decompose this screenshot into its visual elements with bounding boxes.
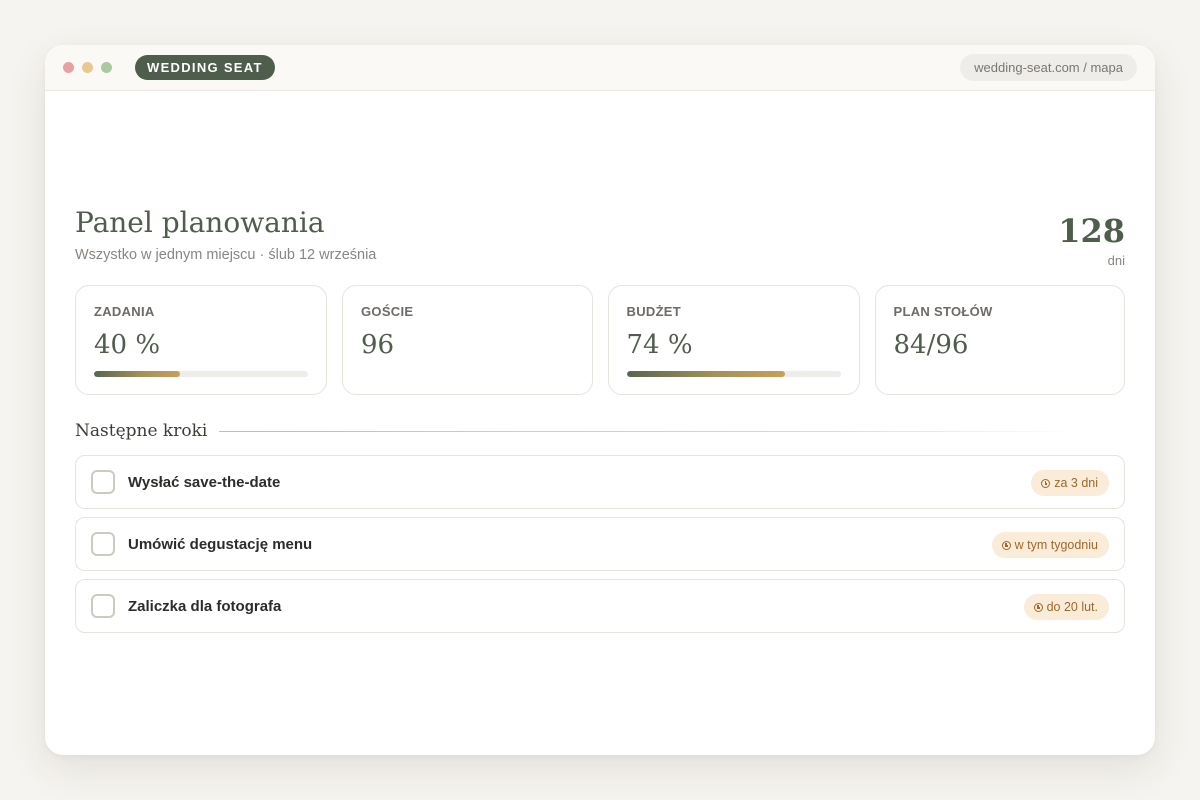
due-text: do 20 lut. (1046, 600, 1098, 614)
minimize-window-dot[interactable] (82, 62, 93, 73)
due-badge: do 20 lut. (1023, 594, 1109, 620)
page-subtitle: Wszystko w jednym miejscu · ślub 12 wrze… (75, 247, 377, 263)
due-text: w tym tygodniu (1014, 538, 1098, 552)
maximize-window-dot[interactable] (101, 62, 112, 73)
stats-row: ZADANIA 40 % GOŚCIE 96 BUDŻET 74 % PLAN … (75, 285, 1125, 395)
page-title: Panel planowania (75, 206, 325, 239)
stat-value: 84/96 (893, 330, 969, 360)
close-window-dot[interactable] (63, 62, 74, 73)
days-count: 128 (1058, 212, 1125, 250)
stat-label: BUDŻET (626, 304, 682, 319)
stat-value: 40 % (94, 330, 161, 360)
main-content: Panel planowania Wszystko w jednym miejs… (75, 205, 1125, 641)
section-divider (219, 430, 1075, 432)
stat-card-guests[interactable]: GOŚCIE 96 (342, 285, 593, 395)
task-checkbox[interactable] (91, 594, 115, 618)
stat-label: PLAN STOŁÓW (893, 304, 993, 319)
task-label: Umówić degustację menu (128, 535, 313, 553)
task-checkbox[interactable] (91, 532, 115, 556)
task-label: Zaliczka dla fotografa (128, 597, 282, 615)
stat-card-table-plan[interactable]: PLAN STOŁÓW 84/96 (874, 285, 1125, 395)
progress-bar (626, 371, 841, 377)
clock-icon (1033, 602, 1043, 612)
progress-bar (94, 371, 308, 377)
days-countdown: 128 dni (1058, 211, 1125, 268)
task-list: Wysłać save-the-date za 3 dni Umówić deg… (75, 455, 1125, 633)
brand-badge[interactable]: WEDDING SEAT (135, 55, 275, 80)
window-titlebar: WEDDING SEAT wedding-seat.com / mapa (45, 45, 1155, 91)
days-label: dni (1107, 253, 1125, 268)
due-text: za 3 dni (1054, 476, 1098, 490)
due-badge: za 3 dni (1031, 470, 1109, 496)
task-checkbox[interactable] (91, 470, 115, 494)
stat-card-budget[interactable]: BUDŻET 74 % (607, 285, 860, 395)
task-label: Wysłać save-the-date (128, 473, 281, 491)
task-item[interactable]: Zaliczka dla fotografa do 20 lut. (75, 579, 1125, 633)
stat-value: 96 (361, 330, 395, 360)
clock-icon (1001, 540, 1011, 550)
due-badge: w tym tygodniu (991, 532, 1109, 558)
clock-icon (1041, 478, 1051, 488)
progress-fill (94, 371, 180, 377)
stat-value: 74 % (626, 330, 693, 360)
task-item[interactable]: Umówić degustację menu w tym tygodniu (75, 517, 1125, 571)
url-bar[interactable]: wedding-seat.com / mapa (960, 54, 1137, 81)
next-steps-header: Następne kroki (75, 421, 1125, 441)
stat-label: GOŚCIE (361, 304, 414, 319)
stat-card-tasks[interactable]: ZADANIA 40 % (75, 285, 327, 395)
stat-label: ZADANIA (94, 304, 155, 319)
section-title: Następne kroki (75, 421, 208, 441)
progress-fill (626, 371, 785, 377)
browser-window: WEDDING SEAT wedding-seat.com / mapa Pan… (45, 45, 1155, 755)
task-item[interactable]: Wysłać save-the-date za 3 dni (75, 455, 1125, 509)
